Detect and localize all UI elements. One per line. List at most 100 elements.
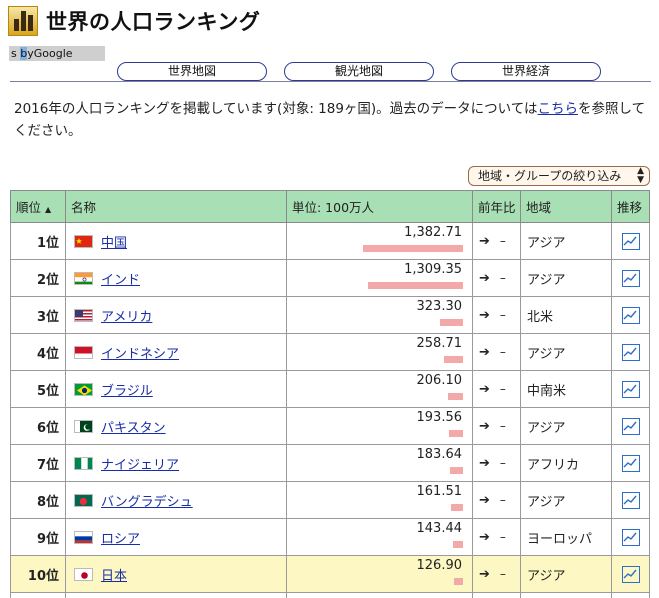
col-yoy-header[interactable]: 前年比: [472, 190, 521, 223]
col-rank-label: 順位: [16, 200, 42, 215]
line-chart-icon[interactable]: [621, 343, 640, 361]
jp-flag-icon: [74, 567, 93, 581]
yoy-value: –: [499, 566, 506, 581]
line-chart-icon[interactable]: [621, 491, 640, 509]
population-bar: [444, 356, 463, 363]
rank-cell: 1位: [10, 222, 66, 260]
country-link[interactable]: ロシア: [101, 532, 140, 547]
yoy-cell: ➔ –: [472, 222, 521, 260]
yoy-cell: ➔ –: [472, 444, 521, 482]
line-chart-icon[interactable]: [621, 417, 640, 435]
site-header: 世界の人口ランキング: [8, 4, 260, 38]
empty-cell: [520, 592, 612, 598]
trend-cell: [611, 370, 650, 408]
description-text: 2016年の人口ランキングを掲載しています(対象: 189ヶ国)。過去のデータに…: [14, 101, 538, 117]
arrow-right-icon: ➔: [479, 418, 490, 434]
population-value: 323.30: [416, 299, 463, 314]
region-filter-select[interactable]: 地域・グループの絞り込み ▲ ▼: [468, 166, 650, 186]
yoy-value: –: [499, 418, 506, 433]
name-cell: インド: [65, 259, 287, 297]
bar-chart-logo-icon[interactable]: [8, 6, 38, 36]
nav-world-economy-button[interactable]: 世界経済: [451, 62, 601, 81]
line-chart-icon[interactable]: [621, 454, 640, 472]
arrow-right-icon: ➔: [479, 307, 490, 323]
yoy-cell: ➔ –: [472, 296, 521, 334]
region-cell: アジア: [520, 333, 612, 371]
pk-flag-icon: [74, 419, 93, 433]
yoy-cell: ➔ –: [472, 259, 521, 297]
page-description: 2016年の人口ランキングを掲載しています(対象: 189ヶ国)。過去のデータに…: [14, 98, 646, 142]
country-link[interactable]: ブラジル: [101, 384, 153, 399]
rank-cell: 6位: [10, 407, 66, 445]
arrow-right-icon: ➔: [479, 233, 490, 249]
col-name-header[interactable]: 名称: [65, 190, 287, 223]
empty-cell: [611, 592, 650, 598]
population-value: 1,309.35: [404, 262, 462, 277]
table-row: 1位 中国 1,382.71 ➔ – アジア: [10, 222, 650, 260]
population-bar: [450, 467, 463, 474]
bd-flag-icon: [74, 493, 93, 507]
region-cell: アジア: [520, 222, 612, 260]
select-arrows-icon: ▲ ▼: [637, 166, 644, 185]
yoy-value: –: [499, 455, 506, 470]
table-row: 8位 バングラデシュ 161.51 ➔ – アジア: [10, 481, 650, 519]
region-cell: アジア: [520, 481, 612, 519]
country-link[interactable]: インドネシア: [101, 347, 179, 362]
population-bar: [368, 282, 463, 289]
country-link[interactable]: アメリカ: [101, 310, 152, 325]
table-row: 2位 インド 1,309.35 ➔ – アジア: [10, 259, 650, 297]
yoy-value: –: [499, 344, 506, 359]
rank-cell: 9位: [10, 518, 66, 556]
col-unit-header[interactable]: 単位: 100万人: [286, 190, 473, 223]
region-cell: 中南米: [520, 370, 612, 408]
trend-cell: [611, 296, 650, 334]
arrow-right-icon: ➔: [479, 270, 490, 286]
yoy-value: –: [499, 492, 506, 507]
population-cell: 258.71: [286, 333, 473, 371]
col-region-header[interactable]: 地域: [520, 190, 612, 223]
population-value: 143.44: [416, 521, 463, 536]
table-row: 7位 ナイジェリア 183.64 ➔ – アフリカ: [10, 444, 650, 482]
line-chart-icon[interactable]: [621, 306, 640, 324]
nav-tourist-map-button[interactable]: 観光地図: [284, 62, 434, 81]
name-cell: インドネシア: [65, 333, 287, 371]
rank-cell: 2位: [10, 259, 66, 297]
population-cell: 161.51: [286, 481, 473, 519]
line-chart-icon[interactable]: [621, 232, 640, 250]
trend-cell: [611, 222, 650, 260]
table-row: 6位 パキスタン 193.56 ➔ – アジア: [10, 407, 650, 445]
line-chart-icon[interactable]: [621, 528, 640, 546]
yoy-value: –: [499, 529, 506, 544]
population-cell: 323.30: [286, 296, 473, 334]
nav-world-map-button[interactable]: 世界地図: [117, 62, 267, 81]
rank-cell: 5位: [10, 370, 66, 408]
line-chart-icon[interactable]: [621, 380, 640, 398]
population-value: 126.90: [416, 558, 463, 573]
table-row: 9位 ロシア 143.44 ➔ – ヨーロッパ: [10, 518, 650, 556]
rank-cell: 3位: [10, 296, 66, 334]
population-value: 206.10: [416, 373, 463, 388]
table-row: 10位 日本 126.90 ➔ – アジア: [10, 555, 650, 593]
arrow-right-icon: ➔: [479, 381, 490, 397]
line-chart-icon[interactable]: [621, 565, 640, 583]
country-link[interactable]: ナイジェリア: [101, 458, 179, 473]
trend-cell: [611, 481, 650, 519]
country-link[interactable]: パキスタン: [101, 421, 166, 436]
country-link[interactable]: インド: [101, 273, 140, 288]
col-rank-header[interactable]: 順位 ▲: [10, 190, 66, 223]
country-link[interactable]: 日本: [101, 569, 127, 584]
line-chart-icon[interactable]: [621, 269, 640, 287]
arrow-right-icon: ➔: [479, 455, 490, 471]
country-link[interactable]: バングラデシュ: [101, 495, 193, 510]
google-translate-widget[interactable]: s byGoogle: [9, 46, 105, 61]
country-link[interactable]: 中国: [101, 236, 127, 251]
trend-cell: [611, 555, 650, 593]
empty-cell: [472, 592, 521, 598]
population-cell: 126.90: [286, 555, 473, 593]
population-bar: [448, 393, 463, 400]
name-cell: 日本: [65, 555, 287, 593]
arrow-right-icon: ➔: [479, 492, 490, 508]
ru-flag-icon: [74, 530, 93, 544]
past-data-link[interactable]: こちら: [538, 101, 579, 117]
yoy-cell: ➔ –: [472, 407, 521, 445]
